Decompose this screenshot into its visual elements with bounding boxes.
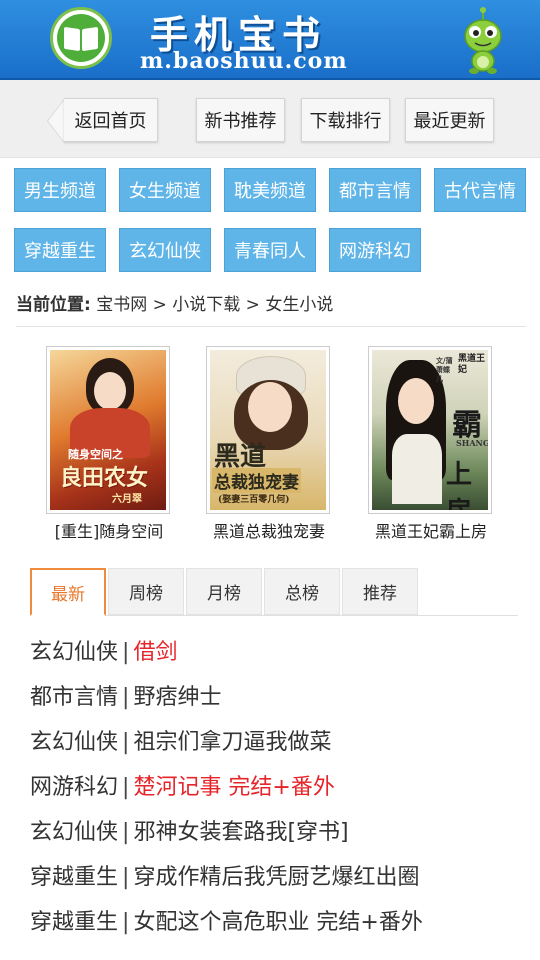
list-item[interactable]: 网游科幻 | 楚河记事 完结+番外 bbox=[30, 765, 530, 810]
category-fantasy[interactable]: 玄幻仙侠 bbox=[119, 228, 211, 272]
tab-monthly[interactable]: 月榜 bbox=[186, 568, 262, 615]
list-item-category[interactable]: 玄幻仙侠 bbox=[30, 640, 118, 665]
book-logo-icon[interactable] bbox=[50, 7, 112, 69]
back-arrow-icon[interactable] bbox=[47, 98, 65, 144]
featured-book-3[interactable]: 黑道王妃 文/蒲萧蝶儿 霸 SHANG 上房 黑道王妃霸上房 bbox=[368, 346, 494, 542]
category-female[interactable]: 女生频道 bbox=[119, 168, 211, 212]
category-urban[interactable]: 都市言情 bbox=[329, 168, 421, 212]
breadcrumb: 当前位置: 宝书网 > 小说下载 > 女生小说 bbox=[16, 290, 333, 315]
book-cover[interactable]: 随身空间之 良田农女 六月翠 bbox=[46, 346, 170, 514]
separator: | bbox=[122, 730, 130, 755]
tab-total[interactable]: 总榜 bbox=[264, 568, 340, 615]
book-title[interactable]: 黑道王妃霸上房 bbox=[368, 518, 494, 542]
list-item-category[interactable]: 网游科幻 bbox=[30, 775, 118, 800]
separator: | bbox=[122, 775, 130, 800]
featured-book-2[interactable]: 黑道 总裁独宠妻 (娶妻三百零几何) 黑道总裁独宠妻 bbox=[206, 346, 332, 542]
breadcrumb-label: 当前位置: bbox=[16, 295, 91, 315]
list-item-title[interactable]: 女配这个高危职业 完结+番外 bbox=[133, 910, 422, 935]
book-title[interactable]: 黑道总裁独宠妻 bbox=[206, 518, 332, 542]
recent-update-button[interactable]: 最近更新 bbox=[405, 98, 494, 142]
site-url: m.baoshuu.com bbox=[140, 48, 348, 74]
list-item-title[interactable]: 楚河记事 完结+番外 bbox=[133, 775, 334, 800]
list-item[interactable]: 穿越重生 | 女配这个高危职业 完结+番外 bbox=[30, 900, 530, 945]
separator: | bbox=[122, 910, 130, 935]
tab-weekly[interactable]: 周榜 bbox=[108, 568, 184, 615]
frog-mascot-icon bbox=[464, 7, 502, 74]
list-item[interactable]: 玄幻仙侠 | 祖宗们拿刀逼我做菜 bbox=[30, 720, 530, 765]
list-item-category[interactable]: 都市言情 bbox=[30, 685, 118, 710]
separator: | bbox=[122, 640, 130, 665]
category-time-travel[interactable]: 穿越重生 bbox=[14, 228, 106, 272]
category-male[interactable]: 男生频道 bbox=[14, 168, 106, 212]
site-header: 手机宝书 m.baoshuu.com bbox=[0, 0, 540, 80]
featured-book-1[interactable]: 随身空间之 良田农女 六月翠 [重生]随身空间 bbox=[46, 346, 172, 542]
list-item-title[interactable]: 邪神女装套路我[穿书] bbox=[133, 820, 348, 845]
breadcrumb-path[interactable]: 宝书网 > 小说下载 > 女生小说 bbox=[96, 295, 333, 315]
download-rank-button[interactable]: 下载排行 bbox=[301, 98, 390, 142]
list-item-category[interactable]: 玄幻仙侠 bbox=[30, 730, 118, 755]
list-item-category[interactable]: 穿越重生 bbox=[30, 910, 118, 935]
category-youth[interactable]: 青春同人 bbox=[224, 228, 316, 272]
list-item[interactable]: 穿越重生 | 穿成作精后我凭厨艺爆红出圈 bbox=[30, 855, 530, 900]
top-navigation: 返回首页 新书推荐 下载排行 最近更新 bbox=[0, 80, 540, 158]
list-item-category[interactable]: 玄幻仙侠 bbox=[30, 820, 118, 845]
category-ancient[interactable]: 古代言情 bbox=[434, 168, 526, 212]
separator: | bbox=[122, 685, 130, 710]
book-title[interactable]: [重生]随身空间 bbox=[46, 518, 172, 542]
tab-recommend[interactable]: 推荐 bbox=[342, 568, 418, 615]
list-item-title[interactable]: 穿成作精后我凭厨艺爆红出圈 bbox=[133, 865, 419, 890]
list-item[interactable]: 都市言情 | 野痞绅士 bbox=[30, 675, 530, 720]
divider bbox=[16, 326, 526, 327]
back-home-button[interactable]: 返回首页 bbox=[64, 98, 158, 142]
category-danmei[interactable]: 耽美频道 bbox=[224, 168, 316, 212]
list-item[interactable]: 玄幻仙侠 | 邪神女装套路我[穿书] bbox=[30, 810, 530, 855]
category-game-scifi[interactable]: 网游科幻 bbox=[329, 228, 421, 272]
category-grid: 男生频道 女生频道 耽美频道 都市言情 古代言情 穿越重生 玄幻仙侠 青春同人 … bbox=[0, 164, 540, 284]
book-cover[interactable]: 黑道 总裁独宠妻 (娶妻三百零几何) bbox=[206, 346, 330, 514]
tab-latest[interactable]: 最新 bbox=[30, 568, 106, 616]
book-cover[interactable]: 黑道王妃 文/蒲萧蝶儿 霸 SHANG 上房 bbox=[368, 346, 492, 514]
new-books-button[interactable]: 新书推荐 bbox=[196, 98, 285, 142]
list-item-title[interactable]: 借剑 bbox=[133, 640, 177, 665]
separator: | bbox=[122, 865, 130, 890]
book-list: 玄幻仙侠 | 借剑 都市言情 | 野痞绅士 玄幻仙侠 | 祖宗们拿刀逼我做菜 网游科幻 | 楚河记事 … bbox=[30, 630, 530, 945]
separator: | bbox=[122, 820, 130, 845]
list-item[interactable]: 玄幻仙侠 | 借剑 bbox=[30, 630, 530, 675]
list-item-title[interactable]: 野痞绅士 bbox=[133, 685, 221, 710]
list-item-title[interactable]: 祖宗们拿刀逼我做菜 bbox=[133, 730, 331, 755]
list-item-category[interactable]: 穿越重生 bbox=[30, 865, 118, 890]
ranking-tabs: 最新 周榜 月榜 总榜 推荐 bbox=[30, 568, 518, 616]
